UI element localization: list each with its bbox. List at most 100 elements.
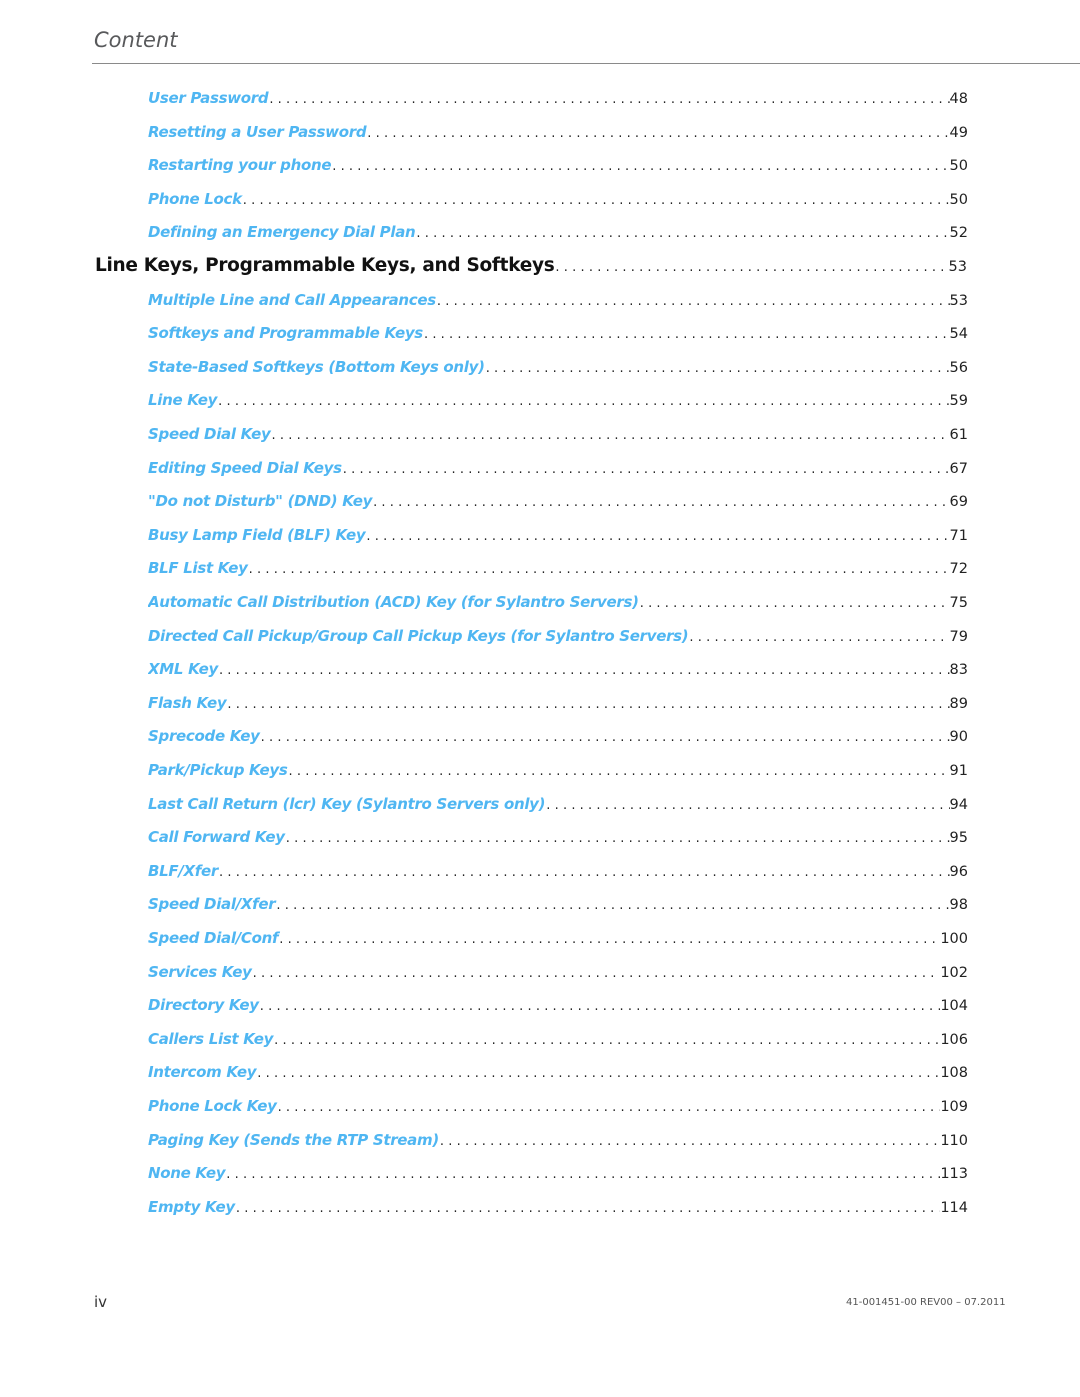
toc-entry[interactable]: Sprecode Key 90 (148, 727, 968, 757)
toc-page-number[interactable]: 67 (950, 461, 968, 477)
toc-entry-link[interactable]: Directed Call Pickup/Group Call Pickup K… (148, 627, 689, 645)
toc-entry-link[interactable]: User Password (148, 89, 269, 107)
toc-page-number[interactable]: 48 (950, 91, 968, 107)
toc-entry[interactable]: Resetting a User Password 49 (148, 123, 968, 153)
toc-entry-link[interactable]: Speed Dial/Xfer (148, 895, 276, 913)
toc-entry[interactable]: User Password 48 (148, 89, 968, 119)
toc-entry[interactable]: None Key 113 (148, 1164, 968, 1194)
toc-page-number[interactable]: 114 (940, 1200, 968, 1216)
toc-entry-link[interactable]: "Do not Disturb" (DND) Key (148, 492, 372, 510)
toc-entry-link[interactable]: State-Based Softkeys (Bottom Keys only) (148, 358, 485, 376)
toc-entry-link[interactable]: None Key (148, 1164, 226, 1182)
toc-entry[interactable]: Intercom Key 108 (148, 1063, 968, 1093)
toc-page-number[interactable]: 102 (940, 965, 968, 981)
toc-entry-link[interactable]: Automatic Call Distribution (ACD) Key (f… (148, 593, 639, 611)
toc-entry-link[interactable]: Resetting a User Password (148, 123, 367, 141)
toc-page-number[interactable]: 49 (950, 125, 968, 141)
toc-entry-link[interactable]: BLF/Xfer (148, 862, 218, 880)
toc-entry[interactable]: Phone Lock Key 109 (148, 1097, 968, 1127)
toc-entry-link[interactable]: Speed Dial Key (148, 425, 271, 443)
toc-entry[interactable]: Line Key 59 (148, 391, 968, 421)
toc-entry[interactable]: "Do not Disturb" (DND) Key 69 (148, 492, 968, 522)
toc-page-number[interactable]: 53 (949, 259, 967, 275)
toc-entry[interactable]: Busy Lamp Field (BLF) Key 71 (148, 526, 968, 556)
toc-entry[interactable]: State-Based Softkeys (Bottom Keys only) 5… (148, 358, 968, 388)
toc-entry-link[interactable]: Restarting your phone (148, 156, 332, 174)
toc-entry-link[interactable]: Line Key (148, 391, 217, 409)
toc-page-number[interactable]: 106 (940, 1032, 968, 1048)
toc-entry[interactable]: Flash Key 89 (148, 694, 968, 724)
toc-entry-link[interactable]: Services Key (148, 963, 252, 981)
toc-entry[interactable]: Automatic Call Distribution (ACD) Key (f… (148, 593, 968, 623)
toc-page-number[interactable]: 53 (950, 293, 968, 309)
toc-page-number[interactable]: 52 (950, 225, 968, 241)
toc-entry-link[interactable]: Sprecode Key (148, 727, 260, 745)
toc-entry[interactable]: Directory Key 104 (148, 996, 968, 1026)
toc-entry-link[interactable]: XML Key (148, 660, 218, 678)
toc-entry-link[interactable]: Directory Key (148, 996, 259, 1014)
toc-page-number[interactable]: 100 (940, 931, 968, 947)
toc-entry-link[interactable]: Callers List Key (148, 1030, 273, 1048)
toc-entry-link[interactable]: Flash Key (148, 694, 227, 712)
toc-entry-link[interactable]: BLF List Key (148, 559, 248, 577)
toc-page-number[interactable]: 69 (950, 494, 968, 510)
toc-entry-link[interactable]: Editing Speed Dial Keys (148, 459, 342, 477)
toc-page-number[interactable]: 61 (950, 427, 968, 443)
toc-page-number[interactable]: 95 (950, 830, 968, 846)
toc-page-number[interactable]: 110 (940, 1133, 968, 1149)
toc-entry[interactable]: Editing Speed Dial Keys 67 (148, 459, 968, 489)
toc-page-number[interactable]: 104 (940, 998, 968, 1014)
toc-entry[interactable]: Multiple Line and Call Appearances 53 (148, 291, 968, 321)
toc-entry[interactable]: Services Key 102 (148, 963, 968, 993)
toc-entry[interactable]: BLF/Xfer 96 (148, 862, 968, 892)
toc-entry-link[interactable]: Phone Lock (148, 190, 242, 208)
toc-entry-link[interactable]: Paging Key (Sends the RTP Stream) (148, 1131, 439, 1149)
toc-entry[interactable]: Restarting your phone 50 (148, 156, 968, 186)
toc-page-number[interactable]: 113 (940, 1166, 968, 1182)
toc-page-number[interactable]: 59 (950, 393, 968, 409)
toc-page-number[interactable]: 54 (950, 326, 968, 342)
toc-entry[interactable]: Paging Key (Sends the RTP Stream) 110 (148, 1131, 968, 1161)
toc-page-number[interactable]: 83 (950, 662, 968, 678)
toc-page-number[interactable]: 94 (950, 797, 968, 813)
toc-page-number[interactable]: 50 (950, 192, 968, 208)
toc-entry[interactable]: Phone Lock 50 (148, 190, 968, 220)
toc-entry-link[interactable]: Call Forward Key (148, 828, 285, 846)
toc-page-number[interactable]: 56 (950, 360, 968, 376)
toc-entry-link[interactable]: Defining an Emergency Dial Plan (148, 223, 416, 241)
toc-entry-link[interactable]: Intercom Key (148, 1063, 257, 1081)
toc-entry[interactable]: Empty Key 114 (148, 1198, 968, 1228)
toc-page-number[interactable]: 109 (940, 1099, 968, 1115)
toc-page-number[interactable]: 90 (950, 729, 968, 745)
toc-entry-link[interactable]: Speed Dial/Conf (148, 929, 279, 947)
toc-entry[interactable]: Last Call Return (lcr) Key (Sylantro Ser… (148, 795, 968, 825)
toc-entry-link[interactable]: Empty Key (148, 1198, 235, 1216)
toc-page-number[interactable]: 89 (950, 696, 968, 712)
toc-entry-link[interactable]: Softkeys and Programmable Keys (148, 324, 423, 342)
toc-entry[interactable]: Park/Pickup Keys 91 (148, 761, 968, 791)
toc-page-number[interactable]: 98 (950, 897, 968, 913)
toc-entry[interactable]: Callers List Key 106 (148, 1030, 968, 1060)
toc-page-number[interactable]: 50 (950, 158, 968, 174)
toc-page-number[interactable]: 108 (940, 1065, 968, 1081)
toc-entry[interactable]: Call Forward Key 95 (148, 828, 968, 858)
toc-entry-link[interactable]: Park/Pickup Keys (148, 761, 288, 779)
toc-entry[interactable]: XML Key 83 (148, 660, 968, 690)
toc-entry[interactable]: Speed Dial/Conf 100 (148, 929, 968, 959)
toc-entry[interactable]: Directed Call Pickup/Group Call Pickup K… (148, 627, 968, 657)
toc-chapter-entry[interactable]: Line Keys, Programmable Keys, and Softke… (95, 255, 967, 285)
toc-entry-link[interactable]: Last Call Return (lcr) Key (Sylantro Ser… (148, 795, 546, 813)
toc-entry[interactable]: Speed Dial/Xfer 98 (148, 895, 968, 925)
toc-page-number[interactable]: 96 (950, 864, 968, 880)
toc-entry[interactable]: Speed Dial Key 61 (148, 425, 968, 455)
toc-entry[interactable]: Softkeys and Programmable Keys 54 (148, 324, 968, 354)
toc-page-number[interactable]: 75 (950, 595, 968, 611)
toc-chapter-title[interactable]: Line Keys, Programmable Keys, and Softke… (95, 255, 555, 276)
toc-entry-link[interactable]: Phone Lock Key (148, 1097, 277, 1115)
toc-page-number[interactable]: 72 (950, 561, 968, 577)
toc-page-number[interactable]: 71 (950, 528, 968, 544)
toc-entry-link[interactable]: Multiple Line and Call Appearances (148, 291, 436, 309)
toc-page-number[interactable]: 79 (950, 629, 968, 645)
toc-page-number[interactable]: 91 (950, 763, 968, 779)
toc-entry[interactable]: Defining an Emergency Dial Plan 52 (148, 223, 968, 253)
